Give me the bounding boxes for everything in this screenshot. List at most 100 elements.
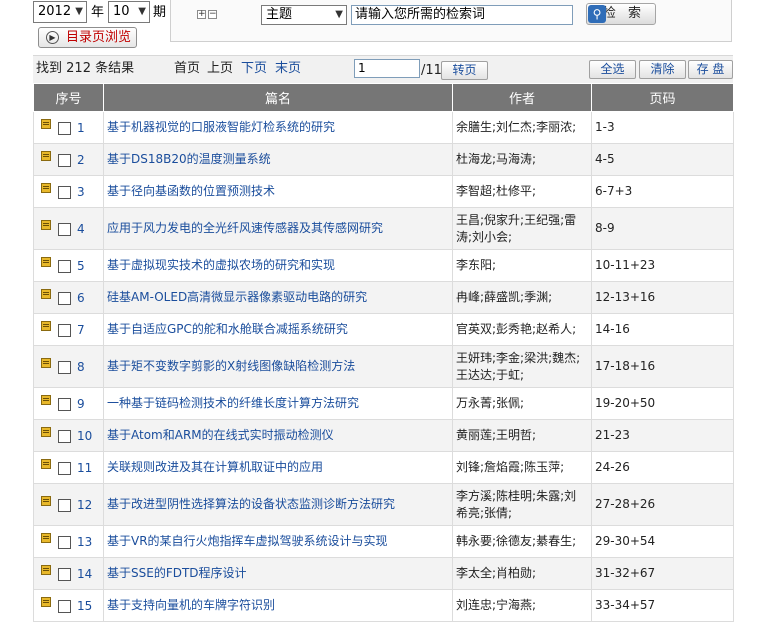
- table-row: 11 关联规则改进及其在计算机取证中的应用 刘锋;詹焰霞;陈玉萍; 24-26: [33, 451, 734, 484]
- document-icon[interactable]: [41, 596, 51, 607]
- search-button[interactable]: ⚲ 检 索: [586, 3, 656, 25]
- article-title-link[interactable]: 基于VR的某自行火炮指挥车虚拟驾驶系统设计与实现: [103, 525, 453, 558]
- row-index-cell: 14: [33, 557, 104, 590]
- document-icon[interactable]: [41, 532, 51, 543]
- header-title: 篇名: [103, 83, 453, 112]
- row-index-cell: 13: [33, 525, 104, 558]
- document-icon[interactable]: [41, 357, 51, 368]
- page-total: /11: [421, 63, 442, 78]
- article-pages: 8-9: [591, 207, 734, 250]
- article-pages: 31-32+67: [591, 557, 734, 590]
- article-title-link[interactable]: 基于DS18B20的温度测量系统: [103, 143, 453, 176]
- row-number: 1: [77, 120, 85, 135]
- table-row: 12 基于改进型阴性选择算法的设备状态监测诊断方法研究 李方溪;陈桂明;朱露;刘希亮…: [33, 483, 734, 526]
- article-title-link[interactable]: 基于矩不变数字剪影的X射线图像缺陷检测方法: [103, 345, 453, 388]
- row-number: 11: [77, 460, 93, 475]
- catalog-browse-button[interactable]: ▶ 目录页浏览: [38, 27, 137, 48]
- page-number-input[interactable]: 1: [354, 59, 420, 78]
- table-row: 15 基于支持向量机的车牌字符识别 刘连忠;宁海燕; 33-34+57: [33, 589, 734, 622]
- document-icon[interactable]: [41, 288, 51, 299]
- row-index-cell: 2: [33, 143, 104, 176]
- document-icon[interactable]: [41, 495, 51, 506]
- minus-icon[interactable]: −: [208, 10, 217, 19]
- document-icon[interactable]: [41, 182, 51, 193]
- row-index-cell: 7: [33, 313, 104, 346]
- article-title-link[interactable]: 基于径向基函数的位置预测技术: [103, 175, 453, 208]
- row-checkbox[interactable]: [58, 429, 71, 443]
- period-label: 期: [153, 5, 167, 20]
- row-number: 14: [77, 566, 93, 581]
- document-icon[interactable]: [41, 219, 51, 230]
- row-checkbox[interactable]: [58, 599, 71, 613]
- article-title-link[interactable]: 基于SSE的FDTD程序设计: [103, 557, 453, 590]
- row-number: 10: [77, 428, 93, 443]
- select-all-button[interactable]: 全选: [589, 60, 636, 79]
- article-pages: 12-13+16: [591, 281, 734, 314]
- row-checkbox[interactable]: [58, 498, 71, 512]
- document-icon[interactable]: [41, 118, 51, 129]
- next-page-link[interactable]: 下页: [241, 60, 267, 78]
- result-count-value: 212: [66, 61, 91, 76]
- article-authors: 李太全;肖柏勋;: [452, 557, 592, 590]
- year-value: 2012: [38, 4, 72, 19]
- article-title-link[interactable]: 基于自适应GPC的舵和水舱联合减摇系统研究: [103, 313, 453, 346]
- field-select[interactable]: 主题 ▼: [261, 5, 347, 25]
- article-title-link[interactable]: 一种基于链码检测技术的纤维长度计算方法研究: [103, 387, 453, 420]
- row-checkbox[interactable]: [58, 535, 71, 549]
- row-checkbox[interactable]: [58, 360, 71, 374]
- document-icon[interactable]: [41, 564, 51, 575]
- plus-icon[interactable]: +: [197, 10, 206, 19]
- document-icon[interactable]: [41, 458, 51, 469]
- last-page-link[interactable]: 末页: [275, 60, 301, 78]
- prev-page-link[interactable]: 上页: [207, 60, 233, 78]
- row-number: 4: [77, 221, 85, 236]
- article-title-link[interactable]: 应用于风力发电的全光纤风速传感器及其传感网研究: [103, 207, 453, 250]
- row-checkbox[interactable]: [58, 323, 71, 337]
- document-icon[interactable]: [41, 320, 51, 331]
- row-checkbox[interactable]: [58, 185, 71, 199]
- search-button-label: 检 索: [602, 6, 645, 21]
- period-select[interactable]: 10 ▼: [108, 1, 150, 23]
- row-checkbox[interactable]: [58, 153, 71, 167]
- article-authors: 官英双;彭秀艳;赵希人;: [452, 313, 592, 346]
- article-authors: 李东阳;: [452, 249, 592, 282]
- row-checkbox[interactable]: [58, 259, 71, 273]
- article-title-link[interactable]: 关联规则改进及其在计算机取证中的应用: [103, 451, 453, 484]
- row-index-cell: 10: [33, 419, 104, 452]
- article-title-link[interactable]: 硅基AM-OLED高清微显示器像素驱动电路的研究: [103, 281, 453, 314]
- row-checkbox[interactable]: [58, 121, 71, 135]
- row-checkbox[interactable]: [58, 567, 71, 581]
- row-checkbox[interactable]: [58, 397, 71, 411]
- article-authors: 李方溪;陈桂明;朱露;刘希亮;张倩;: [452, 483, 592, 526]
- document-icon[interactable]: [41, 150, 51, 161]
- first-page-link[interactable]: 首页: [174, 60, 200, 78]
- chevron-down-icon: ▼: [75, 6, 83, 17]
- article-title-link[interactable]: 基于虚拟现实技术的虚拟农场的研究和实现: [103, 249, 453, 282]
- clear-button[interactable]: 清除: [639, 60, 686, 79]
- article-title-link[interactable]: 基于机器视觉的口服液智能灯检系统的研究: [103, 111, 453, 144]
- row-checkbox[interactable]: [58, 222, 71, 236]
- document-icon[interactable]: [41, 394, 51, 405]
- document-icon[interactable]: [41, 256, 51, 267]
- year-select[interactable]: 2012 ▼: [33, 1, 87, 23]
- row-checkbox[interactable]: [58, 291, 71, 305]
- article-authors: 万永菁;张佩;: [452, 387, 592, 420]
- row-number: 3: [77, 184, 85, 199]
- goto-page-button[interactable]: 转页: [441, 61, 488, 80]
- row-number: 6: [77, 290, 85, 305]
- article-title-link[interactable]: 基于支持向量机的车牌字符识别: [103, 589, 453, 622]
- article-title-link[interactable]: 基于改进型阴性选择算法的设备状态监测诊断方法研究: [103, 483, 453, 526]
- table-row: 6 硅基AM-OLED高清微显示器像素驱动电路的研究 冉峰;薛盛凯;季渊; 12-13…: [33, 281, 734, 314]
- row-checkbox[interactable]: [58, 461, 71, 475]
- save-button[interactable]: 存 盘: [688, 60, 733, 79]
- table-row: 10 基于Atom和ARM的在线式实时振动检测仪 黄丽莲;王明哲; 21-23: [33, 419, 734, 452]
- period-value: 10: [113, 4, 130, 19]
- article-pages: 17-18+16: [591, 345, 734, 388]
- article-authors: 刘连忠;宁海燕;: [452, 589, 592, 622]
- document-icon[interactable]: [41, 426, 51, 437]
- article-title-link[interactable]: 基于Atom和ARM的在线式实时振动检测仪: [103, 419, 453, 452]
- header-index: 序号: [33, 83, 104, 112]
- article-pages: 1-3: [591, 111, 734, 144]
- keyword-input[interactable]: 请输入您所需的检索词: [351, 5, 573, 25]
- article-authors: 王昌;倪家升;王纪强;雷涛;刘小会;: [452, 207, 592, 250]
